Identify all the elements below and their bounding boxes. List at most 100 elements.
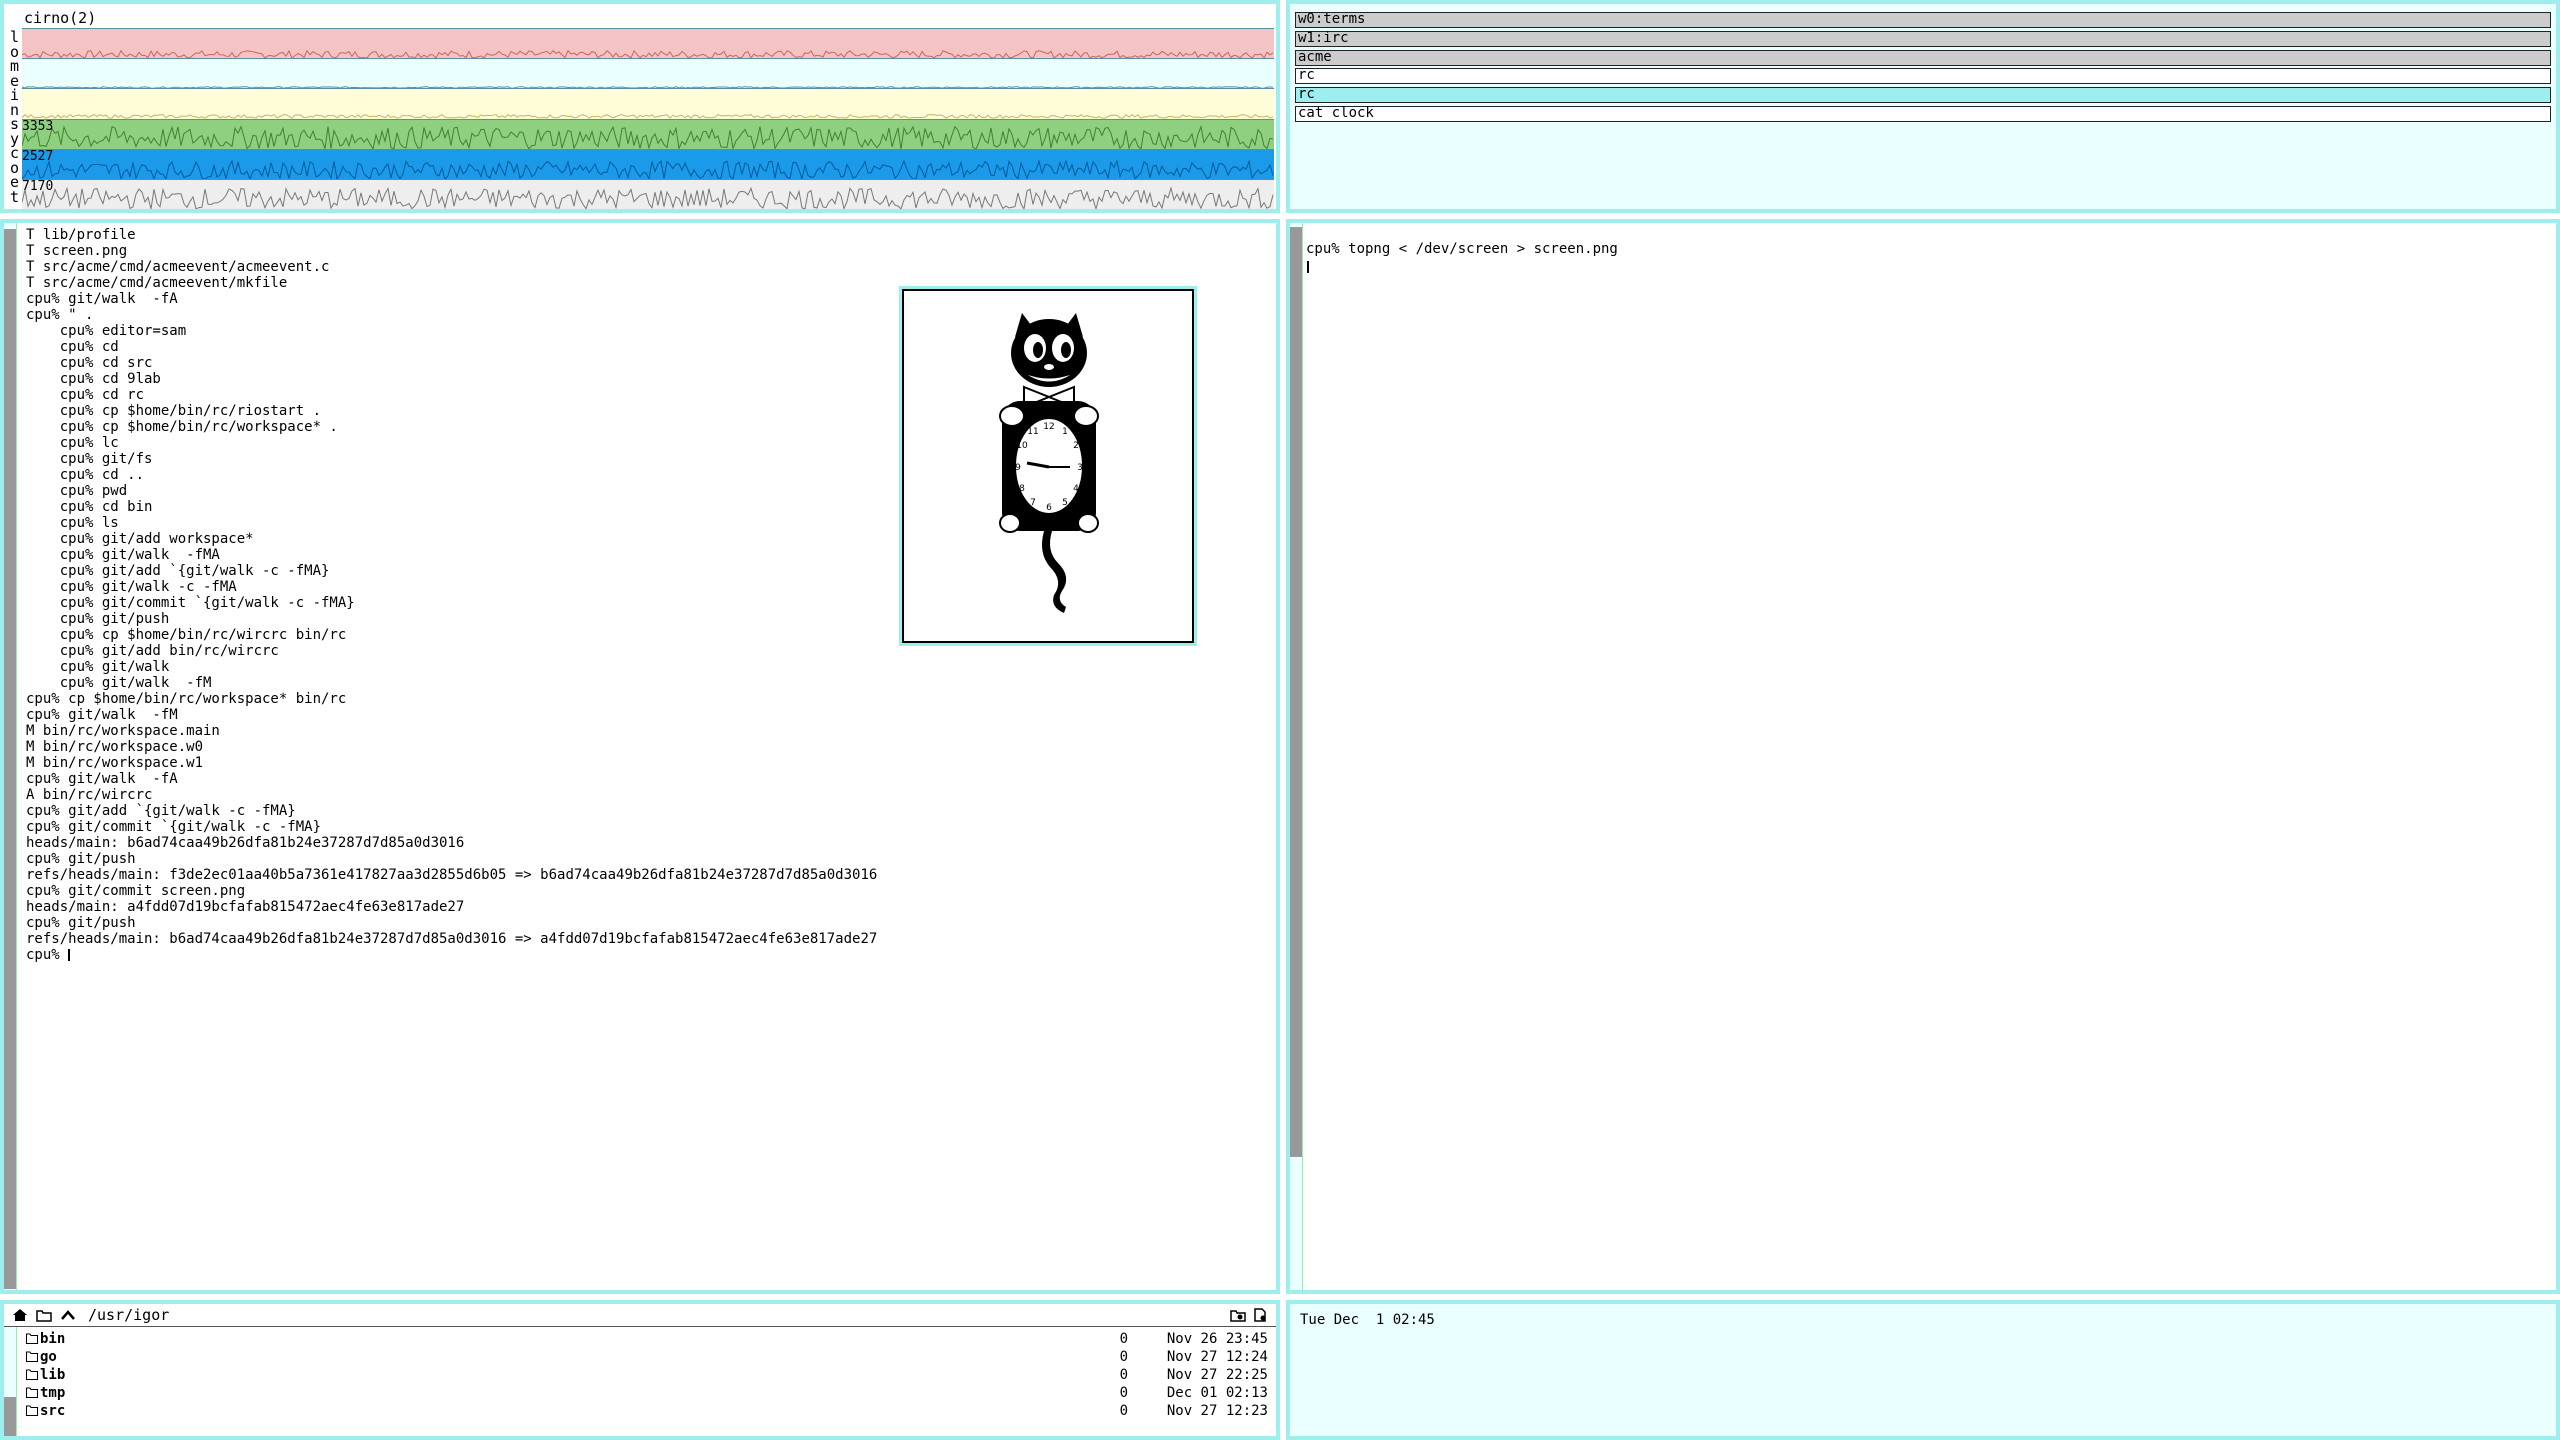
window-list-item[interactable]: rc (1295, 87, 2551, 104)
folder-icon (26, 1369, 38, 1380)
terminal-line: cpu% git/push (26, 611, 170, 627)
terminal-line: cpu% editor=sam (26, 323, 187, 339)
stats-window[interactable]: cirno(2) lomeinsycoet 3353 2527 7170 (0, 0, 1280, 213)
terminal-right-line[interactable]: cpu% topng < /dev/screen > screen.png (1306, 241, 1618, 257)
stat-graph: 7170 (22, 178, 1274, 209)
terminal-line: cpu% cp $home/bin/rc/wircrc bin/rc (26, 627, 347, 643)
scrollbar[interactable] (4, 223, 17, 1290)
svg-text:5: 5 (1062, 498, 1068, 508)
window-list[interactable]: w0:terms w1:irc acme rc rc cat clock (1286, 0, 2560, 213)
scrollbar-thumb[interactable] (4, 1397, 16, 1436)
svg-text:12: 12 (1043, 422, 1054, 432)
window-list-item[interactable]: w1:irc (1295, 30, 2551, 47)
terminal-line: T src/acme/cmd/acmeevent/acmeevent.c (26, 259, 330, 275)
terminal-line: cpu% git/add `{git/walk -c -fMA} (26, 563, 330, 579)
file-list: bin 0 Nov 26 23:45 go 0 Nov 27 12:24 lib 0 Nov 2… (26, 1330, 1268, 1420)
terminal-line: cpu% ls (26, 515, 119, 531)
scrollbar[interactable] (4, 1327, 17, 1436)
terminal-line: cpu% git/walk -fM (26, 675, 212, 691)
stats-title: cirno(2) (24, 9, 97, 27)
stat-graph: 3353 (22, 118, 1274, 150)
svg-text:10: 10 (1016, 441, 1028, 451)
file-size: 0 (1119, 1349, 1128, 1365)
file-date: Nov 26 23:45 (1166, 1331, 1268, 1347)
stats-graphs: 3353 2527 7170 (22, 28, 1274, 209)
window-list-items: w0:terms w1:irc acme rc rc cat clock (1295, 12, 2551, 125)
file-date: Dec 01 02:13 (1166, 1385, 1268, 1401)
svg-text:4: 4 (1073, 484, 1079, 494)
terminal-line: cpu% git/walk -fMA (26, 547, 220, 563)
file-size: 0 (1119, 1367, 1128, 1383)
terminal-line: refs/heads/main: f3de2ec01aa40b5a7361e41… (26, 867, 878, 883)
window-list-item[interactable]: w0:terms (1295, 12, 2551, 28)
terminal-prompt[interactable]: cpu% (26, 947, 877, 963)
terminal-line: M bin/rc/workspace.main (26, 723, 220, 739)
terminal-line: cpu% cp $home/bin/rc/workspace* . (26, 419, 338, 435)
file-row[interactable]: tmp 0 Dec 01 02:13 (26, 1384, 1268, 1402)
terminal-line: cpu% cd .. (26, 467, 145, 483)
terminal-line: cpu% git/add workspace* (26, 531, 254, 547)
folder-icon (26, 1405, 38, 1416)
file-date: Nov 27 22:25 (1166, 1367, 1268, 1383)
current-path: /usr/igor (88, 1306, 170, 1324)
home-icon[interactable] (12, 1308, 28, 1325)
file-row[interactable]: bin 0 Nov 26 23:45 (26, 1330, 1268, 1348)
up-icon[interactable] (60, 1308, 76, 1325)
window-list-item[interactable]: cat clock (1295, 105, 2551, 122)
terminal-line: cpu% git/fs (26, 451, 153, 467)
folder-icon[interactable] (36, 1308, 52, 1325)
window-list-item[interactable]: rc (1295, 68, 2551, 85)
file-name: src (40, 1403, 66, 1419)
folder-icon (26, 1387, 38, 1398)
terminal-line: cpu% git/commit `{git/walk -c -fMA} (26, 595, 355, 611)
stat-graph (22, 28, 1274, 60)
terminal-line: cpu% git/walk -fA (26, 771, 178, 787)
terminal-line: cpu% " . (26, 307, 94, 323)
terminal-right-window[interactable]: cpu% topng < /dev/screen > screen.png (1286, 219, 2560, 1294)
terminal-line: cpu% lc (26, 435, 119, 451)
scrollbar-thumb[interactable] (1290, 227, 1302, 1157)
new-folder-icon[interactable] (1230, 1308, 1246, 1325)
cat-clock-icon: 12 12 345 678 91011 (999, 313, 1099, 613)
svg-text:9: 9 (1015, 463, 1021, 473)
stat-graph: 2527 (22, 148, 1274, 180)
stat-label: t (10, 187, 20, 206)
file-size: 0 (1119, 1385, 1128, 1401)
svg-text:3: 3 (1077, 463, 1083, 473)
stats-labels: lomeinsycoet (10, 30, 22, 204)
stat-graph (22, 88, 1274, 120)
svg-text:11: 11 (1027, 427, 1038, 437)
svg-text:6: 6 (1046, 503, 1052, 513)
svg-text:2: 2 (1073, 441, 1079, 451)
file-name: go (40, 1349, 57, 1365)
text-cursor (68, 949, 71, 961)
file-row[interactable]: src 0 Nov 27 12:23 (26, 1402, 1268, 1420)
text-cursor (1307, 261, 1309, 273)
terminal-line: cpu% git/push (26, 851, 136, 867)
clock-window[interactable]: Tue Dec 1 02:45 (1286, 1300, 2560, 1440)
new-file-icon[interactable] (1252, 1308, 1268, 1325)
file-date: Nov 27 12:24 (1166, 1349, 1268, 1365)
terminal-line: cpu% git/add bin/rc/wircrc (26, 643, 279, 659)
file-row[interactable]: lib 0 Nov 27 22:25 (26, 1366, 1268, 1384)
terminal-line: cpu% cd rc (26, 387, 145, 403)
terminal-line: heads/main: a4fdd07d19bcfafab815472aec4f… (26, 899, 465, 915)
terminal-line: M bin/rc/workspace.w1 (26, 755, 204, 771)
scrollbar[interactable] (1290, 223, 1303, 1290)
prompt-text: cpu% (26, 947, 69, 963)
terminal-line: cpu% git/walk (26, 659, 170, 675)
terminal-line: refs/heads/main: b6ad74caa49b26dfa81b24e… (26, 931, 878, 947)
stat-graph (22, 58, 1274, 90)
folder-icon (26, 1351, 38, 1362)
cat-clock-window[interactable]: 12 1 2 345 678 9 10 11 (899, 286, 1197, 646)
file-date: Nov 27 12:23 (1166, 1403, 1268, 1419)
window-list-item[interactable]: acme (1295, 49, 2551, 66)
file-row[interactable]: go 0 Nov 27 12:24 (26, 1348, 1268, 1366)
terminal-line: heads/main: b6ad74caa49b26dfa81b24e37287… (26, 835, 465, 851)
terminal-left-text[interactable]: T lib/profile T screen.png T src/acme/cmd/… (26, 227, 877, 963)
file-browser-window[interactable]: /usr/igor bin 0 Nov 26 23:45 go 0 Nov 27 12:2… (0, 1300, 1280, 1440)
terminal-line: cpu% git/add `{git/walk -c -fMA} (26, 803, 296, 819)
scrollbar-thumb[interactable] (4, 229, 16, 1289)
terminal-line: cpu% git/walk -fM (26, 707, 178, 723)
terminal-line: cpu% pwd (26, 483, 128, 499)
